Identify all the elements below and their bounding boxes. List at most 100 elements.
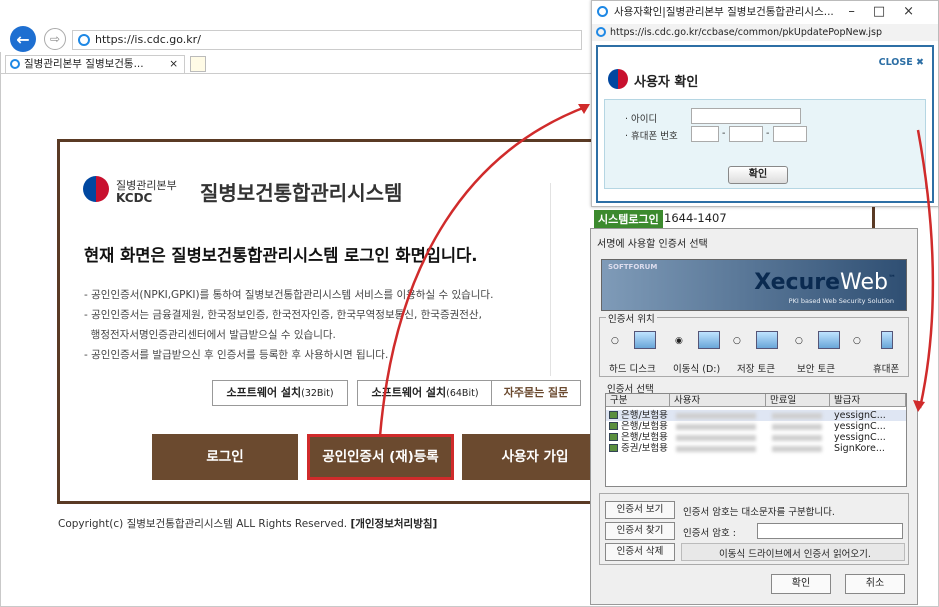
- logo-bold: Xecure: [754, 270, 841, 295]
- blurred-user: [676, 435, 756, 441]
- cert-type: 은행/보험용: [621, 421, 668, 432]
- window-controls[interactable]: –□×: [848, 1, 932, 23]
- radio-icon[interactable]: ○: [795, 336, 803, 346]
- ok-button[interactable]: 확인: [771, 574, 831, 594]
- login-button[interactable]: 로그인: [152, 434, 298, 480]
- blurred-user: [676, 446, 756, 452]
- user-check-popup: 사용자확인|질병관리본부 질병보건통합관리시스... –□× https://is…: [591, 0, 939, 207]
- url-text: https://is.cdc.go.kr/: [95, 33, 201, 46]
- banner-brand: SOFTFORUM: [608, 263, 658, 271]
- cert-issuer: SignKore...: [834, 443, 885, 454]
- harddisk-icon: [634, 331, 656, 349]
- read-note: 이동식 드라이브에서 인증서 읽어오기.: [719, 549, 871, 560]
- blurred-date: [772, 435, 822, 441]
- privacy-link[interactable]: [개인정보처리방침]: [350, 518, 437, 530]
- cert-type: 은행/보험용: [621, 410, 668, 421]
- forward-button[interactable]: ⇨: [44, 28, 66, 50]
- close-button[interactable]: CLOSE ✖: [879, 57, 924, 68]
- tab-title: 질병관리본부 질병보건통...: [24, 58, 144, 70]
- ie-icon: [596, 27, 606, 37]
- confirm-button[interactable]: 확인: [728, 166, 788, 184]
- browser-tab[interactable]: 질병관리본부 질병보건통... ×: [5, 55, 185, 73]
- location-label: 하드 디스크: [609, 364, 656, 375]
- find-cert-button[interactable]: 인증서 찾기: [605, 522, 675, 540]
- logo-tm: ™: [888, 273, 896, 283]
- cancel-button[interactable]: 취소: [845, 574, 905, 594]
- radio-icon[interactable]: ○: [853, 336, 861, 346]
- support-phone: 1644-1407: [664, 211, 727, 225]
- blurred-user: [676, 424, 756, 430]
- install-64bit-button[interactable]: 소프트웨어 설치(64Bit): [357, 380, 493, 406]
- phone-input-2[interactable]: [729, 126, 763, 142]
- cert-icon: [609, 411, 618, 419]
- id-input[interactable]: [691, 108, 801, 124]
- location-phone[interactable]: ○: [853, 331, 907, 352]
- bit-label: (32Bit): [301, 388, 334, 399]
- cert-icon: [609, 433, 618, 441]
- delete-cert-button[interactable]: 인증서 삭제: [605, 543, 675, 561]
- phone-input-3[interactable]: [773, 126, 807, 142]
- info-bullet: - 공인인증서는 금융결제원, 한국정보인증, 한국전자인증, 한국무역정보통신…: [84, 309, 482, 321]
- cert-type: 증권/보험용: [621, 443, 668, 454]
- xecureweb-logo: XecureWeb™: [754, 270, 896, 295]
- cert-issuer: yessignC...: [834, 421, 886, 432]
- cert-password-input[interactable]: [757, 523, 903, 539]
- new-tab-button[interactable]: [190, 56, 206, 72]
- blurred-date: [772, 424, 822, 430]
- usb-drive-icon: [698, 331, 720, 349]
- cert-table: 구분 사용자 만료일 발급자 은행/보험용 yessignC... 은행/보험용 y…: [605, 393, 907, 487]
- install-label: 소프트웨어 설치: [226, 386, 302, 399]
- tab-close-icon[interactable]: ×: [169, 56, 178, 72]
- token-icon: [756, 331, 778, 349]
- column-header[interactable]: 구분: [606, 394, 670, 407]
- info-bullet: 행정전자서명인증관리센터에서 발급받으실 수 있습니다.: [84, 329, 336, 341]
- location-label: 저장 토큰: [737, 364, 775, 375]
- signup-button[interactable]: 사용자 가입: [462, 434, 608, 480]
- footer: Copyright(c) 질병보건통합관리시스템 ALL Rights Rese…: [58, 516, 437, 531]
- radio-icon[interactable]: ○: [611, 336, 619, 346]
- logo-light: Web: [840, 270, 888, 295]
- table-row[interactable]: 은행/보험용 yessignC...: [606, 421, 906, 432]
- location-storage-token[interactable]: ○: [733, 331, 787, 352]
- case-note: 인증서 암호는 대소문자를 구분합니다.: [683, 507, 835, 518]
- phone-label: · 휴대폰 번호: [625, 131, 678, 142]
- blurred-date: [772, 413, 822, 419]
- cert-type: 은행/보험용: [621, 432, 668, 443]
- table-row[interactable]: 은행/보험용 yessignC...: [606, 432, 906, 443]
- ie-icon: [78, 34, 90, 46]
- url-field[interactable]: https://is.cdc.go.kr/: [72, 30, 582, 50]
- tab-divider: [0, 73, 600, 74]
- back-button[interactable]: ←: [10, 26, 36, 52]
- table-row[interactable]: 은행/보험용 yessignC...: [606, 410, 906, 421]
- cert-register-button[interactable]: 공인인증서 (재)등록: [307, 434, 454, 480]
- column-header[interactable]: 발급자: [830, 394, 906, 407]
- popup-titlebar[interactable]: 사용자확인|질병관리본부 질병보건통합관리시스... –□×: [592, 1, 938, 23]
- install-32bit-button[interactable]: 소프트웨어 설치(32Bit): [212, 380, 348, 406]
- popup-body: CLOSE ✖ 사용자 확인 · 아이디 · 휴대폰 번호 - - 확인: [596, 45, 934, 203]
- location-removable[interactable]: ◉: [675, 331, 729, 352]
- group-label: 인증서 위치: [606, 311, 657, 325]
- phone-input-1[interactable]: [691, 126, 719, 142]
- location-harddisk[interactable]: ○: [611, 331, 665, 352]
- column-header[interactable]: 사용자: [670, 394, 766, 407]
- location-label: 보안 토큰: [797, 364, 835, 375]
- location-security-token[interactable]: ○: [795, 331, 849, 352]
- id-label: · 아이디: [625, 114, 658, 125]
- dialog-title: 서명에 사용할 인증서 선택: [597, 239, 708, 250]
- info-bullet: - 공인인증서(NPKI,GPKI)를 통하여 질병보건통합관리시스템 서비스를…: [84, 289, 494, 301]
- blurred-user: [676, 413, 756, 419]
- view-cert-button[interactable]: 인증서 보기: [605, 501, 675, 519]
- popup-window-title: 사용자확인|질병관리본부 질병보건통합관리시스...: [614, 6, 834, 18]
- faq-button[interactable]: 자주묻는 질문: [491, 380, 581, 406]
- popup-url: https://is.cdc.go.kr/ccbase/common/pkUpd…: [610, 27, 882, 38]
- copyright-text: Copyright(c) 질병보건통합관리시스템 ALL Rights Rese…: [58, 518, 348, 530]
- radio-icon[interactable]: ○: [733, 336, 741, 346]
- system-login-label: 시스템로그인: [594, 210, 663, 228]
- security-token-icon: [818, 331, 840, 349]
- install-label: 소프트웨어 설치: [371, 386, 447, 399]
- phone-dash: -: [766, 128, 770, 139]
- radio-icon[interactable]: ◉: [675, 336, 683, 346]
- bit-label: (64Bit): [446, 388, 479, 399]
- table-row[interactable]: 증권/보험용 SignKore...: [606, 443, 906, 454]
- column-header[interactable]: 만료일: [766, 394, 830, 407]
